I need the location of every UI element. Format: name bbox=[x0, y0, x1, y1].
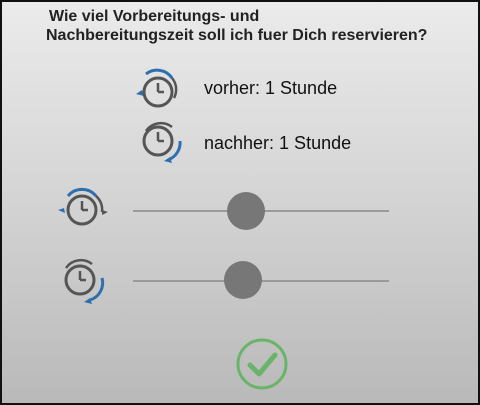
slider-after-clock-icon bbox=[64, 258, 105, 304]
confirm-button[interactable] bbox=[235, 337, 289, 391]
slider-before-thumb[interactable] bbox=[226, 192, 265, 230]
checkmark-icon bbox=[247, 352, 278, 377]
dialog-frame: Wie viel Vorbereitungs- und Nachbereitun… bbox=[0, 0, 480, 405]
slider-after-thumb[interactable] bbox=[224, 261, 263, 299]
slider-before-clock-icon bbox=[58, 187, 108, 226]
clock-before-icon bbox=[136, 68, 178, 108]
after-duration-label: nachher: 1 Stunde bbox=[204, 133, 352, 153]
question-line-1: Wie viel Vorbereitungs- und bbox=[49, 8, 260, 25]
question-line-2: Nachbereitungszeit soll ich fuer Dich re… bbox=[46, 27, 428, 44]
before-duration-label: vorher: 1 Stunde bbox=[204, 78, 338, 98]
clock-after-icon bbox=[142, 121, 182, 163]
